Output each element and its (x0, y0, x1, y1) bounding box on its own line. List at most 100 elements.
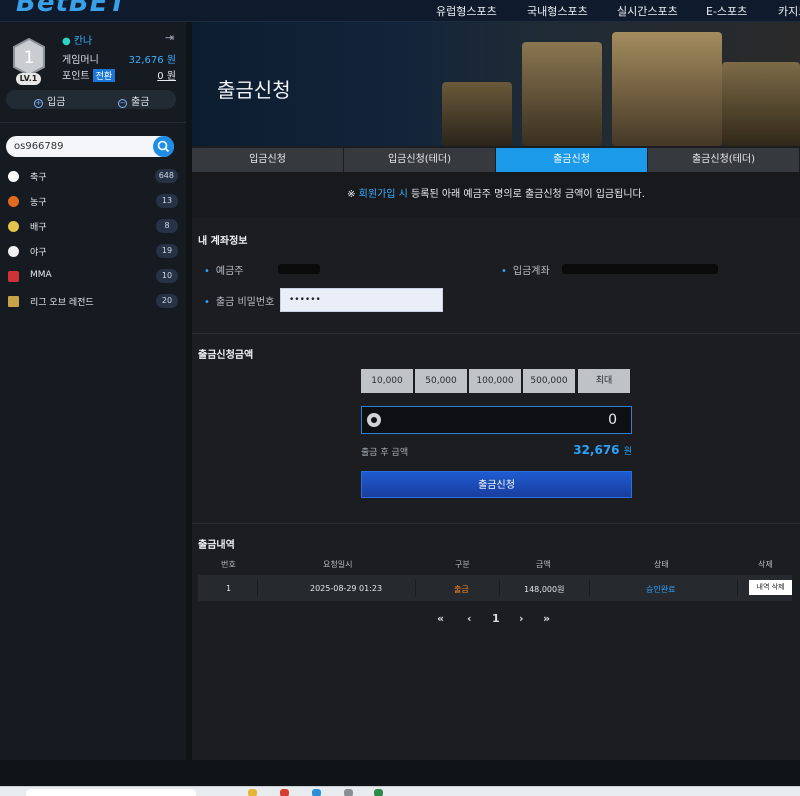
account-holder-label: 예금주 (204, 262, 244, 277)
level-shield-icon: 1 (13, 38, 45, 76)
delete-history-button[interactable]: 내역 삭제 (749, 580, 792, 595)
app-icon[interactable] (312, 789, 321, 796)
tab-deposit[interactable]: 입금신청 (192, 148, 344, 172)
column-header-delete: 삭제 (758, 560, 773, 569)
sidebar: 1 LV.1 ● 칸나 ⇥ 게임머니 32,676 원 포인트 전환 0 원 + 입금… (0, 22, 186, 760)
volleyball-icon (8, 221, 19, 232)
soccer-ball-icon (8, 171, 19, 182)
sidebar-divider (0, 122, 186, 123)
nav-esports[interactable]: E-스포츠 (706, 3, 747, 19)
nav-korean-sports[interactable]: 국내형스포츠 (527, 3, 588, 19)
folder-icon[interactable] (248, 789, 257, 796)
quick-amount-max[interactable]: 최대 (578, 369, 630, 393)
count-badge: 648 (154, 169, 178, 183)
column-header-amount: 금액 (536, 560, 551, 569)
tab-deposit-tether[interactable]: 입금신청(테더) (344, 148, 496, 172)
plus-circle-icon: + (34, 99, 43, 108)
notice-highlight: 회원가입 시 (358, 189, 408, 200)
withdraw-amount-input[interactable]: 0 (361, 406, 632, 434)
history-section-title: 출금내역 (198, 540, 235, 551)
row-datetime: 2025-08-29 01:23 (310, 584, 383, 593)
sidebar-item-basketball[interactable]: 농구 13 (6, 193, 178, 211)
points-label: 포인트 (62, 71, 90, 82)
os-taskbar (0, 786, 800, 796)
row-type: 출금 (454, 585, 469, 594)
after-balance-label: 출금 후 금액 (361, 448, 409, 458)
count-badge: 10 (156, 269, 178, 283)
app-icon[interactable] (344, 789, 353, 796)
column-header-number: 번호 (221, 560, 236, 569)
convert-points-button[interactable]: 전환 (92, 69, 116, 82)
hero-banner: 출금신청 (192, 22, 800, 146)
sidebar-item-lol[interactable]: 리그 오브 레전드 20 (6, 293, 178, 311)
level-number: 1 (24, 48, 35, 68)
taskbar-search[interactable] (26, 789, 196, 796)
nav-european-sports[interactable]: 유럽형스포츠 (436, 3, 497, 19)
page-last[interactable]: » (543, 612, 550, 625)
column-header-type: 구분 (455, 560, 470, 569)
column-header-status: 상태 (654, 560, 669, 569)
account-number-label: 입금계좌 (501, 262, 550, 277)
search-icon (157, 140, 170, 153)
money-actions: + 입금 − 출금 (6, 90, 176, 109)
search-button[interactable] (153, 136, 174, 157)
count-badge: 20 (156, 294, 178, 308)
browser-icon[interactable] (280, 789, 289, 796)
page-number-1[interactable]: 1 (492, 612, 500, 625)
withdraw-submit-button[interactable]: 출금신청 (361, 471, 632, 498)
withdraw-password-input[interactable]: •••••• (280, 288, 443, 312)
sidebar-search (6, 136, 174, 157)
lol-icon (8, 296, 19, 307)
sidebar-item-mma[interactable]: MMA 10 (6, 268, 178, 286)
page-title: 출금신청 (217, 78, 291, 102)
column-header-datetime: 요청일시 (323, 560, 353, 569)
sidebar-item-volleyball[interactable]: 배구 8 (6, 218, 178, 236)
user-icon: ● (62, 36, 71, 47)
deposit-button[interactable]: + 입금 (34, 93, 65, 108)
site-logo[interactable]: BetBET (16, 0, 127, 18)
section-divider (192, 523, 800, 524)
redacted-holder (278, 264, 320, 274)
main-content: 출금신청 입금신청 입금신청(테더) 출금신청 출금신청(테더) ※ 회원가입 … (192, 22, 800, 760)
amount-section-title: 출금신청금액 (198, 350, 254, 361)
username[interactable]: 칸나 (74, 36, 92, 47)
nav-casino[interactable]: 카지노 (778, 3, 800, 19)
withdraw-button[interactable]: − 출금 (118, 93, 149, 108)
page-first[interactable]: « (437, 612, 444, 625)
tab-withdraw[interactable]: 출금신청 (496, 148, 648, 172)
mma-icon (8, 271, 19, 282)
username-row[interactable]: ● 칸나 (62, 32, 92, 47)
nav-live-sports[interactable]: 실시간스포츠 (617, 3, 678, 19)
minus-circle-icon: − (118, 99, 127, 108)
points-value: 0 원 (157, 71, 176, 82)
logout-icon[interactable]: ⇥ (165, 31, 174, 44)
amount-value: 0 (608, 412, 617, 428)
redacted-account (562, 264, 718, 274)
search-input[interactable] (14, 139, 154, 154)
row-amount: 148,000원 (524, 585, 565, 594)
quick-amount-10000[interactable]: 10,000 (361, 369, 413, 393)
count-badge: 19 (156, 244, 178, 258)
app-icon[interactable] (374, 789, 383, 796)
page-next[interactable]: › (519, 612, 524, 625)
table-row: 1 2025-08-29 01:23 출금 148,000원 승인완료 내역 삭… (198, 575, 792, 601)
row-number: 1 (226, 584, 232, 593)
quick-amount-100000[interactable]: 100,000 (469, 369, 521, 393)
section-divider (192, 333, 800, 334)
after-balance-value: 32,676 원 (573, 443, 632, 457)
withdraw-notice: ※ 회원가입 시 등록된 아래 예금주 명의로 출금신청 금액이 입금됩니다. (192, 172, 800, 218)
sidebar-item-baseball[interactable]: 야구 19 (6, 243, 178, 261)
quick-amount-500000[interactable]: 500,000 (523, 369, 575, 393)
points-row: 포인트 전환 (62, 67, 116, 82)
game-money-label: 게임머니 (62, 55, 99, 66)
withdraw-password-label: 출금 비밀번호 (204, 293, 274, 308)
row-status: 승인완료 (646, 585, 676, 594)
reset-icon[interactable] (367, 413, 381, 427)
tab-bar: 입금신청 입금신청(테더) 출금신청 출금신청(테더) (192, 148, 800, 172)
level-badge: LV.1 (16, 73, 41, 85)
quick-amount-50000[interactable]: 50,000 (415, 369, 467, 393)
sidebar-item-soccer[interactable]: 축구 648 (6, 168, 178, 186)
tab-withdraw-tether[interactable]: 출금신청(테더) (648, 148, 800, 172)
page-prev[interactable]: ‹ (467, 612, 472, 625)
top-navigation-bar: BetBET 유럽형스포츠 국내형스포츠 실시간스포츠 E-스포츠 카지노 (0, 0, 800, 22)
